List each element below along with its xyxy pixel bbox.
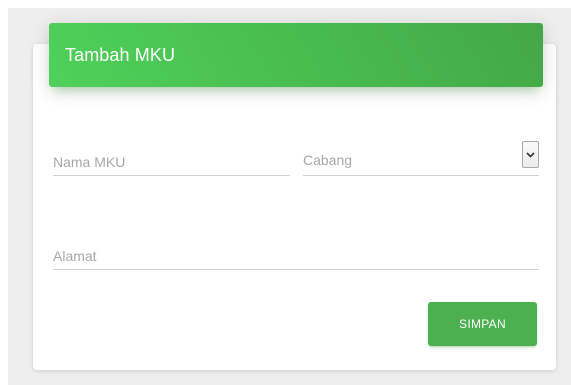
cabang-select[interactable]: Cabang (303, 141, 539, 176)
chevron-down-icon (526, 151, 535, 158)
card-header: Tambah MKU (49, 23, 543, 87)
alamat-underline (53, 269, 539, 270)
nama-mku-underline (53, 175, 290, 176)
save-button[interactable]: SIMPAN (428, 302, 537, 346)
nama-mku-input[interactable] (53, 148, 290, 176)
dropdown-button[interactable] (522, 141, 539, 168)
alamat-input[interactable] (53, 242, 539, 270)
cabang-label: Cabang (303, 152, 353, 168)
card-title: Tambah MKU (65, 44, 176, 65)
cabang-underline (303, 175, 539, 176)
nama-mku-field[interactable] (53, 148, 290, 176)
alamat-field[interactable] (53, 242, 539, 270)
